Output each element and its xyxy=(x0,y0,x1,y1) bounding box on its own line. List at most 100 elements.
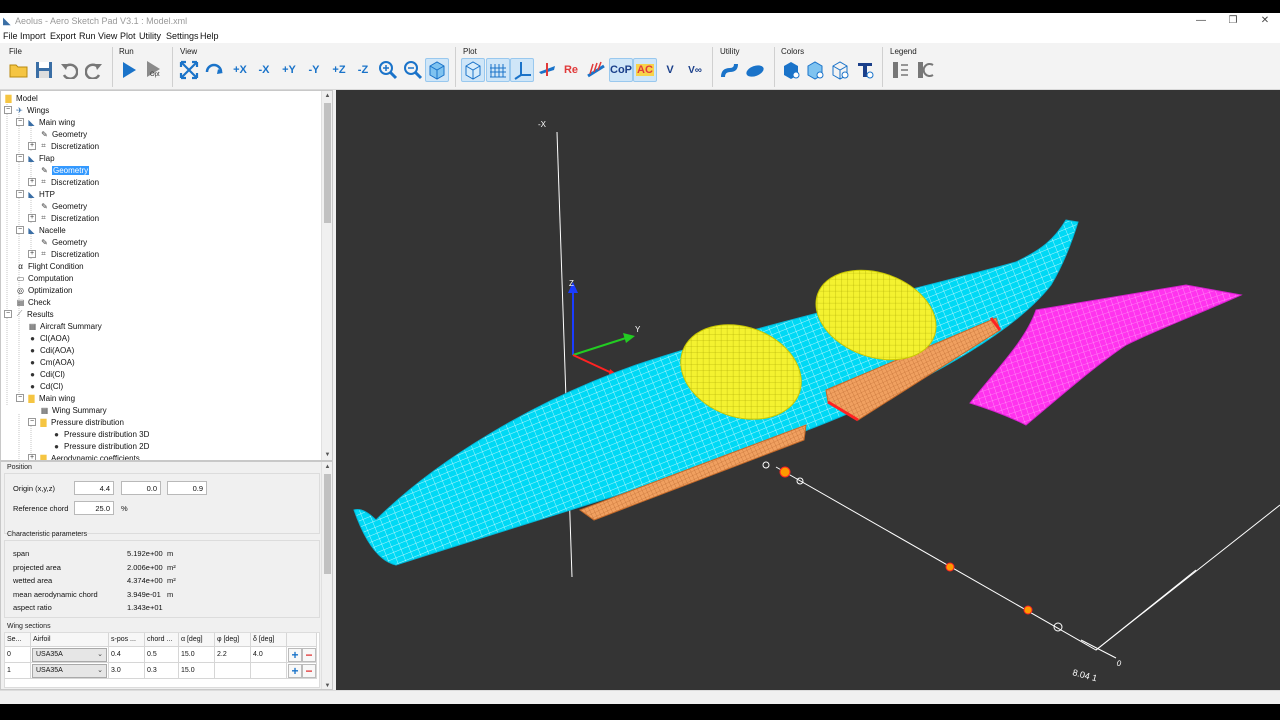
cell-airfoil[interactable]: USA35A ⌄ xyxy=(31,663,109,679)
expand-icon[interactable]: + xyxy=(28,250,36,258)
column-header[interactable]: Se... xyxy=(5,633,31,647)
tree-item-main-wing[interactable]: − ▇ Main wing xyxy=(16,392,75,404)
scroll-down-arrow[interactable]: ▼ xyxy=(322,681,332,689)
expand-icon[interactable]: + xyxy=(28,214,36,222)
view-minus-z-button[interactable]: -Z xyxy=(351,58,375,82)
redo-button[interactable] xyxy=(82,58,106,82)
tree-item-geometry[interactable]: ✎ Geometry xyxy=(40,236,87,248)
refchord-input[interactable]: 25.0 xyxy=(74,501,114,515)
cell-spos[interactable]: 0.4 xyxy=(109,647,145,663)
column-header[interactable]: δ [deg] xyxy=(251,633,287,647)
cell-sec[interactable]: 1 xyxy=(5,663,31,679)
tree-item-htp[interactable]: − ◣ HTP xyxy=(16,188,55,200)
run-button[interactable] xyxy=(117,58,141,82)
plot-wake-button[interactable] xyxy=(535,58,559,82)
collapse-icon[interactable]: − xyxy=(4,310,12,318)
menu-file[interactable]: File xyxy=(3,31,18,41)
tree-item-cdi-aoa[interactable]: ● Cdi(AOA) xyxy=(28,344,74,356)
plot-cl-distribution-button[interactable] xyxy=(584,58,608,82)
tree-scrollbar[interactable]: ▲ ▼ xyxy=(321,91,332,460)
menu-plot[interactable]: Plot xyxy=(120,31,136,41)
close-button[interactable]: ✕ xyxy=(1250,14,1280,28)
cell-chord[interactable]: 0.3 xyxy=(145,663,179,679)
color-scheme-text-button[interactable] xyxy=(853,58,877,82)
view-minus-x-button[interactable]: -X xyxy=(252,58,276,82)
origin-x-input[interactable]: 4.4 xyxy=(74,481,114,495)
view-minus-y-button[interactable]: -Y xyxy=(302,58,326,82)
tree-item-discretization[interactable]: + ⌗ Discretization xyxy=(28,212,99,224)
plot-ac-button[interactable]: AC xyxy=(633,58,657,82)
scroll-up-arrow[interactable]: ▲ xyxy=(322,91,332,101)
collapse-icon[interactable]: − xyxy=(28,418,36,426)
maximize-button[interactable]: ❐ xyxy=(1218,14,1248,28)
tree-item-model[interactable]: ▇ Model xyxy=(4,92,37,104)
menu-run[interactable]: Run xyxy=(79,31,96,41)
legend-horizontal-button[interactable] xyxy=(914,58,938,82)
zoom-out-button[interactable] xyxy=(401,58,425,82)
view-plus-x-button[interactable]: +X xyxy=(228,58,252,82)
scrollbar-thumb[interactable] xyxy=(324,103,331,223)
plot-mesh-button[interactable] xyxy=(486,58,510,82)
cell-airfoil[interactable]: USA35A ⌄ xyxy=(31,647,109,663)
view-plus-y-button[interactable]: +Y xyxy=(277,58,301,82)
column-header[interactable]: φ [deg] xyxy=(215,633,251,647)
color-scheme-1-button[interactable] xyxy=(779,58,803,82)
add-section-button[interactable]: + xyxy=(288,664,302,678)
perspective-toggle-button[interactable] xyxy=(425,58,449,82)
minimize-button[interactable]: — xyxy=(1186,14,1216,28)
tree-item-discretization[interactable]: + ⌗ Discretization xyxy=(28,140,99,152)
cell-alpha[interactable]: 15.0 xyxy=(179,647,215,663)
tree-item-pressure-distribution-2d[interactable]: ● Pressure distribution 2D xyxy=(52,440,149,452)
collapse-icon[interactable]: − xyxy=(16,118,24,126)
origin-y-input[interactable]: 0.0 xyxy=(121,481,161,495)
tree-item-nacelle[interactable]: − ◣ Nacelle xyxy=(16,224,66,236)
plot-cop-button[interactable]: CoP xyxy=(609,58,633,82)
collapse-icon[interactable]: − xyxy=(16,394,24,402)
tree-item-flap[interactable]: − ◣ Flap xyxy=(16,152,55,164)
tree-item-cl-aoa[interactable]: ● Cl(AOA) xyxy=(28,332,70,344)
tree-item-optimization[interactable]: ◎ Optimization xyxy=(16,284,72,296)
probe-point-1[interactable] xyxy=(779,466,791,478)
plot-axes-button[interactable] xyxy=(510,58,534,82)
3d-viewport[interactable]: -X Z Y X 8.04 1 0 xyxy=(336,90,1280,690)
cell-alpha[interactable]: 15.0 xyxy=(179,663,215,679)
cell-sec[interactable]: 0 xyxy=(5,647,31,663)
menu-settings[interactable]: Settings xyxy=(166,31,199,41)
collapse-icon[interactable]: − xyxy=(16,154,24,162)
save-button[interactable] xyxy=(32,58,56,82)
add-section-button[interactable]: + xyxy=(288,648,302,662)
plot-velocity-button[interactable]: V xyxy=(658,58,682,82)
tree-item-geometry[interactable]: ✎ Geometry xyxy=(40,200,87,212)
probe-point-3[interactable] xyxy=(1023,605,1033,615)
probe-point-2[interactable] xyxy=(945,562,955,572)
collapse-icon[interactable]: − xyxy=(16,226,24,234)
cell-delta[interactable]: 4.0 xyxy=(251,647,287,663)
menu-help[interactable]: Help xyxy=(200,31,219,41)
tree-item-flight-condition[interactable]: α Flight Condition xyxy=(16,260,83,272)
color-scheme-3-button[interactable] xyxy=(828,58,852,82)
menu-import[interactable]: Import xyxy=(20,31,46,41)
undo-button[interactable] xyxy=(57,58,81,82)
origin-z-input[interactable]: 0.9 xyxy=(167,481,207,495)
column-header[interactable]: s-pos ... xyxy=(109,633,145,647)
menu-utility[interactable]: Utility xyxy=(139,31,161,41)
properties-scrollbar[interactable]: ▲ ▼ xyxy=(321,462,332,689)
remove-section-button[interactable]: − xyxy=(302,648,316,662)
scroll-up-arrow[interactable]: ▲ xyxy=(322,462,332,472)
column-header[interactable]: α [deg] xyxy=(179,633,215,647)
column-header[interactable]: Airfoil xyxy=(31,633,109,647)
legend-vertical-button[interactable] xyxy=(889,58,913,82)
tree-item-check[interactable]: ▤ Check xyxy=(16,296,51,308)
aircraft-model-render[interactable]: -X Z Y X 8.04 1 0 xyxy=(336,90,1280,690)
tree-item-aerodynamic-coefficients[interactable]: + ▇ Aerodynamic coefficients xyxy=(28,452,140,460)
collapse-icon[interactable]: − xyxy=(4,106,12,114)
menu-view[interactable]: View xyxy=(98,31,117,41)
tree-item-cd-cl[interactable]: ● Cd(Cl) xyxy=(28,380,63,392)
column-header[interactable]: chord ... xyxy=(145,633,179,647)
tree-item-computation[interactable]: ▭ Computation xyxy=(16,272,74,284)
expand-icon[interactable]: + xyxy=(28,454,36,460)
utility-ellipse-button[interactable] xyxy=(743,58,767,82)
plot-geometry-button[interactable] xyxy=(461,58,485,82)
tree-item-aircraft-summary[interactable]: ▦ Aircraft Summary xyxy=(28,320,102,332)
expand-icon[interactable]: + xyxy=(28,178,36,186)
